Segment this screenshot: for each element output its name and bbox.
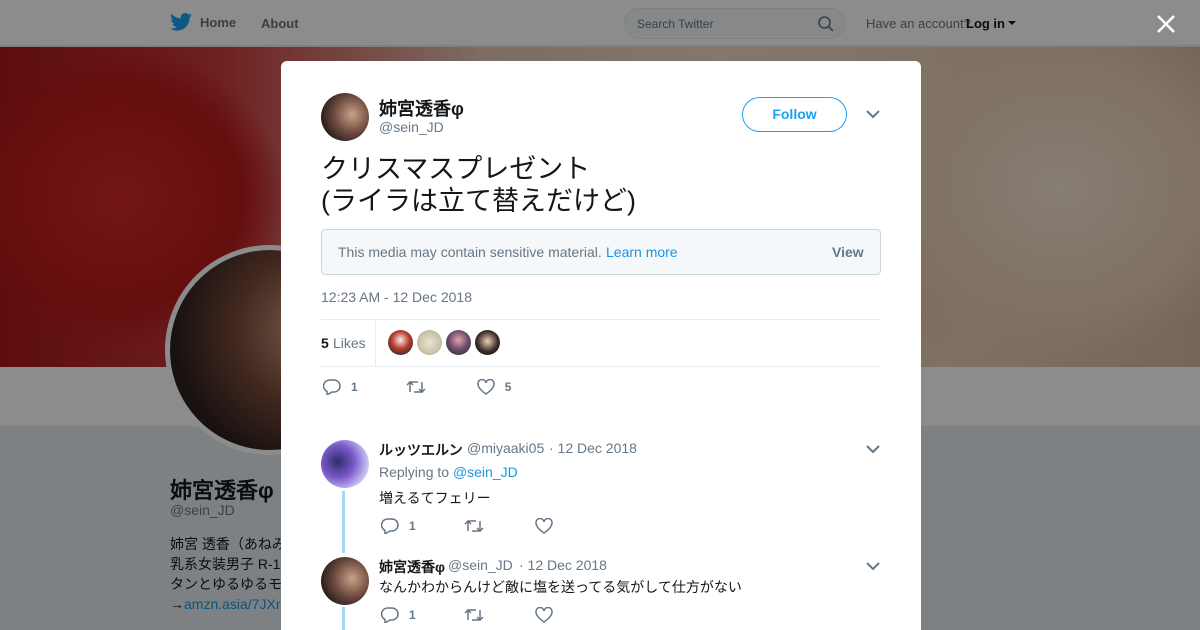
retweet-action[interactable] <box>464 607 484 623</box>
reply-text: 増えるてフェリー <box>379 490 491 506</box>
likes-count[interactable]: 5 <box>321 335 329 351</box>
replying-to-label: Replying to <box>379 464 450 480</box>
reply-text: なんかわからんけど敵に塩を送ってる気がして仕方がない <box>379 579 742 595</box>
reply-count: 1 <box>351 380 358 394</box>
reply-actions: 1 <box>381 516 553 536</box>
liker-avatar[interactable] <box>446 330 471 355</box>
reply-author-handle[interactable]: @sein_JD <box>448 557 513 573</box>
reply-author-name[interactable]: 姉宮透香φ <box>379 557 445 577</box>
retweet-action[interactable] <box>406 379 426 395</box>
tweet-text: クリスマスプレゼント (ライラは立て替えだけど) <box>321 154 636 216</box>
chevron-down-icon[interactable] <box>866 444 880 454</box>
heart-icon <box>534 607 553 623</box>
tweet-timestamp[interactable]: 12:23 AM - 12 Dec 2018 <box>321 289 472 305</box>
view-media-button[interactable]: View <box>832 244 864 260</box>
likes-label[interactable]: Likes <box>333 335 366 351</box>
reply-date[interactable]: · 12 Dec 2018 <box>549 440 637 456</box>
tweet-author-handle[interactable]: @sein_JD <box>379 119 444 135</box>
tweet-stats: 5 Likes <box>321 319 881 367</box>
reply-author-avatar[interactable] <box>321 440 369 488</box>
sensitive-media-notice: This media may contain sensitive materia… <box>321 229 881 275</box>
reply-icon <box>323 379 341 395</box>
retweet-action[interactable] <box>464 518 484 534</box>
reply-icon <box>381 607 399 623</box>
tweet-author-avatar[interactable] <box>321 93 369 141</box>
like-action[interactable] <box>534 518 553 534</box>
reply-action[interactable]: 1 <box>381 607 416 623</box>
reply-action[interactable]: 1 <box>381 518 416 534</box>
like-count: 5 <box>504 380 512 394</box>
reply-author-name[interactable]: ルッツエルン <box>379 440 463 460</box>
replying-to: Replying to @sein_JD <box>379 464 518 480</box>
sensitive-notice-text: This media may contain sensitive materia… <box>338 244 602 260</box>
stats-divider <box>375 320 376 366</box>
tweet-modal: 姉宮透香φ @sein_JD Follow クリスマスプレゼント (ライラは立て… <box>281 61 921 630</box>
heart-icon <box>534 518 553 534</box>
like-action[interactable] <box>534 607 553 623</box>
reply-count: 1 <box>409 608 416 622</box>
learn-more-link[interactable]: Learn more <box>606 244 678 260</box>
heart-icon <box>476 379 495 395</box>
reply-tweet[interactable]: ルッツエルン @miyaaki05 · 12 Dec 2018 Replying… <box>321 440 881 550</box>
liker-avatar[interactable] <box>388 330 413 355</box>
liker-avatar[interactable] <box>417 330 442 355</box>
chevron-down-icon[interactable] <box>866 561 880 571</box>
reply-action[interactable]: 1 <box>323 379 358 395</box>
retweet-icon <box>464 519 484 533</box>
liker-avatar[interactable] <box>475 330 500 355</box>
retweet-icon <box>464 608 484 622</box>
reply-date[interactable]: · 12 Dec 2018 <box>519 557 607 573</box>
tweet-author-name[interactable]: 姉宮透香φ <box>379 95 464 121</box>
reply-count: 1 <box>409 519 416 533</box>
follow-button[interactable]: Follow <box>742 97 847 132</box>
retweet-icon <box>406 380 426 394</box>
reply-icon <box>381 518 399 534</box>
replying-to-handle[interactable]: @sein_JD <box>453 464 518 480</box>
reply-author-avatar[interactable] <box>321 557 369 605</box>
reply-tweet[interactable]: 姉宮透香φ @sein_JD · 12 Dec 2018 なんかわからんけど敵に… <box>321 557 881 630</box>
reply-author-handle[interactable]: @miyaaki05 <box>467 440 544 456</box>
like-action[interactable]: 5 <box>476 379 512 395</box>
chevron-down-icon[interactable] <box>866 109 880 119</box>
reply-actions: 1 <box>381 605 553 625</box>
close-icon[interactable] <box>1155 13 1177 35</box>
tweet-actions: 1 5 <box>323 377 511 397</box>
